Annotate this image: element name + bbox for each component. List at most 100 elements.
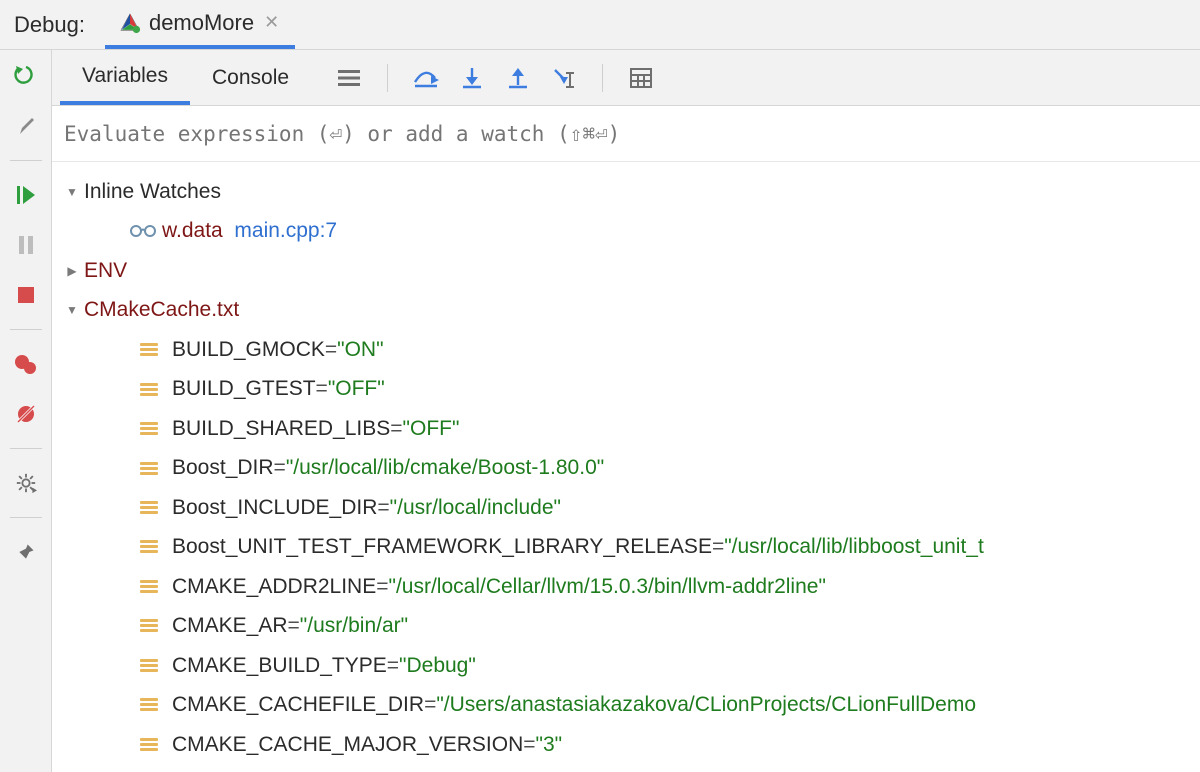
- equals-sign: =: [288, 606, 300, 645]
- entry-name: BUILD_GTEST: [172, 369, 316, 408]
- entry-name: BUILD_GMOCK: [172, 330, 325, 369]
- cmake-entry[interactable]: CMAKE_AR = "/usr/bin/ar": [60, 606, 1200, 645]
- debug-label: Debug:: [0, 12, 105, 38]
- entry-name: BUILD_SHARED_LIBS: [172, 409, 390, 448]
- entry-name: CMAKE_ADDR2LINE: [172, 567, 376, 606]
- entry-value: "OFF": [328, 369, 385, 408]
- env-node[interactable]: ENV: [60, 251, 1200, 290]
- cmake-entry[interactable]: CMAKE_BUILD_TYPE = "Debug": [60, 646, 1200, 685]
- equals-sign: =: [523, 725, 535, 764]
- cmake-entry[interactable]: Boost_UNIT_TEST_FRAMEWORK_LIBRARY_RELEAS…: [60, 527, 1200, 566]
- watch-item[interactable]: w.data main.cpp:7: [60, 211, 1200, 250]
- cmake-entry[interactable]: BUILD_GMOCK = "ON": [60, 330, 1200, 369]
- env-label: ENV: [84, 251, 127, 290]
- toolbar-separator: [387, 64, 388, 92]
- entry-value: "/usr/bin/ar": [300, 606, 408, 645]
- run-config-label: demoMore: [149, 10, 254, 36]
- cmake-entry[interactable]: Boost_DIR = "/usr/local/lib/cmake/Boost-…: [60, 448, 1200, 487]
- property-icon: [140, 580, 162, 593]
- evaluate-expression-input[interactable]: [62, 121, 1200, 147]
- tab-variables[interactable]: Variables: [60, 50, 190, 105]
- step-out-icon[interactable]: [504, 64, 532, 92]
- property-icon: [140, 698, 162, 711]
- evaluate-row: [52, 106, 1200, 162]
- entry-value: "OFF": [403, 409, 460, 448]
- cmake-entry[interactable]: CMAKE_CACHE_MAJOR_VERSION = "3": [60, 725, 1200, 764]
- equals-sign: =: [377, 488, 389, 527]
- cmake-entry[interactable]: BUILD_SHARED_LIBS = "OFF": [60, 409, 1200, 448]
- entry-value: "ON": [337, 330, 383, 369]
- rerun-button[interactable]: [8, 58, 44, 94]
- property-icon: [140, 619, 162, 632]
- equals-sign: =: [387, 646, 399, 685]
- entry-name: CMAKE_BUILD_TYPE: [172, 646, 387, 685]
- property-icon: [140, 343, 162, 356]
- toolbar-divider: [10, 160, 42, 161]
- entry-value: "/usr/local/Cellar/llvm/15.0.3/bin/llvm-…: [389, 567, 826, 606]
- pin-button[interactable]: [8, 534, 44, 570]
- evaluate-icon[interactable]: [627, 64, 655, 92]
- equals-sign: =: [325, 330, 337, 369]
- debug-header: Debug: demoMore ✕: [0, 0, 1200, 50]
- property-icon: [140, 501, 162, 514]
- tab-console[interactable]: Console: [190, 50, 311, 105]
- step-over-icon[interactable]: [412, 64, 440, 92]
- property-icon: [140, 422, 162, 435]
- property-icon: [140, 462, 162, 475]
- entry-value: "/usr/local/lib/cmake/Boost-1.80.0": [286, 448, 604, 487]
- run-to-cursor-icon[interactable]: [550, 64, 578, 92]
- inline-watches-label: Inline Watches: [84, 172, 221, 211]
- layout-settings-icon[interactable]: [335, 64, 363, 92]
- glasses-icon: [130, 224, 156, 238]
- cmake-entry[interactable]: BUILD_GTEST = "OFF": [60, 369, 1200, 408]
- modify-run-config-button[interactable]: [8, 108, 44, 144]
- watch-name: w.data: [162, 211, 223, 250]
- cmakecache-label: CMakeCache.txt: [84, 290, 239, 329]
- equals-sign: =: [390, 409, 402, 448]
- mute-breakpoints-button[interactable]: [8, 396, 44, 432]
- debugger-tabs-row: Variables Console: [52, 50, 1200, 106]
- left-toolbar: [0, 50, 52, 772]
- entry-value: "/usr/local/include": [390, 488, 561, 527]
- equals-sign: =: [274, 448, 286, 487]
- equals-sign: =: [376, 567, 388, 606]
- close-tab-icon[interactable]: ✕: [262, 12, 281, 33]
- equals-sign: =: [424, 685, 436, 724]
- entry-value: "3": [536, 725, 563, 764]
- equals-sign: =: [712, 527, 724, 566]
- chevron-down-icon[interactable]: [60, 296, 84, 324]
- entry-name: CMAKE_CACHEFILE_DIR: [172, 685, 424, 724]
- cmake-entry[interactable]: CMAKE_CACHEFILE_DIR = "/Users/anastasiak…: [60, 685, 1200, 724]
- entry-value: "Debug": [399, 646, 476, 685]
- cmake-entry[interactable]: CMAKE_ADDR2LINE = "/usr/local/Cellar/llv…: [60, 567, 1200, 606]
- toolbar-separator: [602, 64, 603, 92]
- variables-toolbar: [311, 64, 655, 92]
- resume-button[interactable]: [8, 177, 44, 213]
- entry-name: Boost_INCLUDE_DIR: [172, 488, 377, 527]
- variables-tree[interactable]: Inline Watches w.data main.cpp:7 ENV CMa…: [52, 162, 1200, 764]
- entry-name: CMAKE_CACHE_MAJOR_VERSION: [172, 725, 523, 764]
- cmakecache-node[interactable]: CMakeCache.txt: [60, 290, 1200, 329]
- entry-name: CMAKE_AR: [172, 606, 288, 645]
- inline-watches-node[interactable]: Inline Watches: [60, 172, 1200, 211]
- entry-name: Boost_UNIT_TEST_FRAMEWORK_LIBRARY_RELEAS…: [172, 527, 712, 566]
- chevron-right-icon[interactable]: [60, 257, 84, 285]
- pause-button[interactable]: [8, 227, 44, 263]
- property-icon: [140, 383, 162, 396]
- cmake-entry[interactable]: Boost_INCLUDE_DIR = "/usr/local/include": [60, 488, 1200, 527]
- property-icon: [140, 540, 162, 553]
- entry-value: "/usr/local/lib/libboost_unit_t: [724, 527, 984, 566]
- entry-name: Boost_DIR: [172, 448, 274, 487]
- settings-button[interactable]: [8, 465, 44, 501]
- chevron-down-icon[interactable]: [60, 178, 84, 206]
- step-into-icon[interactable]: [458, 64, 486, 92]
- cmake-app-icon: [119, 12, 141, 34]
- equals-sign: =: [316, 369, 328, 408]
- watch-location[interactable]: main.cpp:7: [234, 211, 337, 250]
- view-breakpoints-button[interactable]: [8, 346, 44, 382]
- toolbar-divider: [10, 517, 42, 518]
- toolbar-divider: [10, 448, 42, 449]
- run-config-tab[interactable]: demoMore ✕: [105, 0, 295, 49]
- property-icon: [140, 738, 162, 751]
- stop-button[interactable]: [8, 277, 44, 313]
